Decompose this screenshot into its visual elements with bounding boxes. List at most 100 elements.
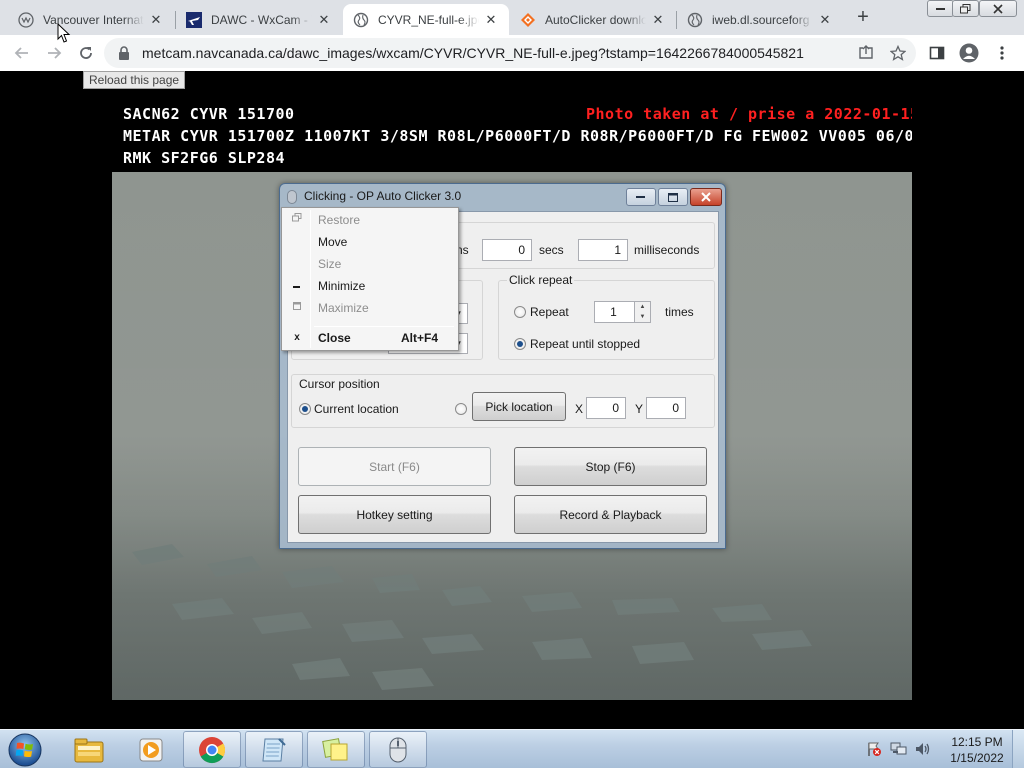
browser-toolbar: metcam.navcanada.ca/dawc_images/wxcam/CY… <box>0 35 1024 71</box>
vancouver-airport-icon <box>18 11 34 28</box>
restore-icon <box>960 3 971 13</box>
close-tab-icon[interactable]: ✕ <box>650 12 666 28</box>
menu-item-restore[interactable]: Restore <box>284 209 456 231</box>
menu-item-shortcut: Alt+F4 <box>401 331 439 345</box>
menu-item-label: Minimize <box>318 279 366 293</box>
taskbar-sticky-notes[interactable] <box>307 731 365 768</box>
network-icon[interactable] <box>890 741 908 757</box>
y-label: Y <box>635 402 644 416</box>
taskbar-explorer[interactable] <box>60 731 118 768</box>
close-tab-icon[interactable]: ✕ <box>817 12 833 28</box>
current-location-radio[interactable] <box>299 403 311 415</box>
reload-button[interactable] <box>72 39 100 67</box>
y-coordinate-input[interactable]: 0 <box>646 397 686 419</box>
repeat-until-stopped-radio[interactable] <box>514 338 526 350</box>
tab-title: AutoClicker downlo <box>545 12 646 27</box>
x-label: X <box>575 402 584 416</box>
seconds-input[interactable]: 0 <box>482 239 532 261</box>
close-icon <box>993 3 1003 14</box>
reload-tooltip: Reload this page <box>83 71 186 89</box>
reload-icon <box>80 47 92 59</box>
globe-icon <box>687 12 703 28</box>
tab-title: DAWC - WxCam - Y <box>211 12 312 27</box>
sticky-notes-icon <box>322 737 348 760</box>
new-tab-button[interactable]: + <box>852 7 874 29</box>
taskbar-notepad[interactable] <box>245 731 303 768</box>
action-center-flag-icon[interactable] <box>866 741 882 757</box>
repeat-radio[interactable] <box>514 306 526 318</box>
stop-button[interactable]: Stop (F6) <box>514 447 707 486</box>
profile-button[interactable] <box>955 39 983 67</box>
maximize-icon <box>668 192 678 202</box>
start-button[interactable]: Start (F6) <box>298 447 491 486</box>
tab-autoclicker-download[interactable]: AutoClicker downlo ✕ <box>510 4 676 35</box>
tab-iweb-sourceforge[interactable]: iweb.dl.sourceforg ✕ <box>677 4 843 35</box>
avatar-icon <box>959 43 979 63</box>
tab-title: iweb.dl.sourceforg <box>712 12 810 27</box>
taskbar-media-player[interactable] <box>122 731 180 768</box>
menu-item-label: Move <box>318 235 348 249</box>
maximize-button[interactable] <box>658 188 688 206</box>
menu-item-size[interactable]: Size <box>284 253 456 275</box>
back-button[interactable] <box>8 39 36 67</box>
record-playback-button[interactable]: Record & Playback <box>514 495 707 534</box>
restore-window-button[interactable] <box>952 0 979 17</box>
times-label: times <box>665 305 694 319</box>
taskbar-auto-clicker[interactable] <box>369 731 427 768</box>
repeat-spinner[interactable]: ▲ ▼ <box>634 302 650 322</box>
minimize-button[interactable] <box>626 188 656 206</box>
maximize-icon <box>290 301 304 315</box>
menu-item-label: Restore <box>318 213 361 227</box>
milliseconds-input[interactable]: 1 <box>578 239 628 261</box>
cursor-position-label: Cursor position <box>297 377 382 391</box>
side-panel-button[interactable] <box>923 39 951 67</box>
browser-tab-strip: Vancouver Internat ✕ DAWC - WxCam - Y ✕ … <box>0 0 1024 35</box>
windows-taskbar: 12:15 PM 1/15/2022 <box>0 729 1024 768</box>
menu-item-close[interactable]: x Close Alt+F4 <box>284 327 456 349</box>
menu-button[interactable] <box>988 39 1016 67</box>
pick-location-button[interactable]: Pick location <box>472 392 566 421</box>
hotkey-setting-button[interactable]: Hotkey setting <box>298 495 491 534</box>
tab-dawc-wxcam[interactable]: DAWC - WxCam - Y ✕ <box>176 4 342 35</box>
taskbar-chrome[interactable] <box>183 731 241 768</box>
mouse-icon <box>389 737 407 762</box>
repeat-until-stopped-label: Repeat until stopped <box>530 337 641 351</box>
share-button[interactable] <box>852 39 880 67</box>
window-title: Clicking - OP Auto Clicker 3.0 <box>304 189 462 203</box>
sourceforge-icon <box>520 12 536 28</box>
minimize-window-button[interactable] <box>927 0 954 17</box>
start-button[interactable] <box>5 731 45 768</box>
star-icon <box>890 45 906 61</box>
address-bar[interactable]: metcam.navcanada.ca/dawc_images/wxcam/CY… <box>104 38 916 68</box>
clock-date: 1/15/2022 <box>950 751 1004 765</box>
menu-item-minimize[interactable]: Minimize <box>284 275 456 297</box>
close-icon: x <box>294 332 300 343</box>
taskbar-clock[interactable]: 12:15 PM 1/15/2022 <box>942 734 1012 766</box>
webcam-remarks-line: RMK SF2FG6 SLP284 <box>123 149 286 167</box>
seconds-label: secs <box>539 243 564 257</box>
menu-item-maximize[interactable]: Maximize <box>284 297 456 319</box>
webcam-metar-line: METAR CYVR 151700Z 11007KT 3/8SM R08L/P6… <box>123 127 912 145</box>
volume-icon[interactable] <box>914 741 932 757</box>
notepad-icon <box>262 737 286 761</box>
tab-cyvr-image[interactable]: CYVR_NE-full-e.jpeg ✕ <box>343 4 509 35</box>
close-tab-icon[interactable]: ✕ <box>316 12 332 28</box>
side-panel-icon <box>929 46 945 60</box>
spin-down-icon[interactable]: ▼ <box>635 312 650 322</box>
menu-item-move[interactable]: Move <box>284 231 456 253</box>
bookmark-button[interactable] <box>884 39 912 67</box>
back-arrow-icon <box>14 47 28 59</box>
close-button[interactable] <box>690 188 722 206</box>
desktop-screen: Vancouver Internat ✕ DAWC - WxCam - Y ✕ … <box>0 0 1024 768</box>
tab-vancouver-airport[interactable]: Vancouver Internat ✕ <box>8 4 174 35</box>
close-tab-icon[interactable]: ✕ <box>483 12 499 28</box>
windows-explorer-icon <box>74 738 104 762</box>
window-system-menu: Restore Move Size Minimize Maximize x Cl… <box>281 207 459 351</box>
close-tab-icon[interactable]: ✕ <box>148 12 164 28</box>
pick-location-radio[interactable] <box>455 403 467 415</box>
spin-up-icon[interactable]: ▲ <box>635 302 650 312</box>
x-coordinate-input[interactable]: 0 <box>586 397 626 419</box>
close-window-button[interactable] <box>979 0 1017 17</box>
webcam-line1: SACN62 CYVR 151700 <box>123 105 295 123</box>
show-desktop-button[interactable] <box>1012 730 1024 768</box>
